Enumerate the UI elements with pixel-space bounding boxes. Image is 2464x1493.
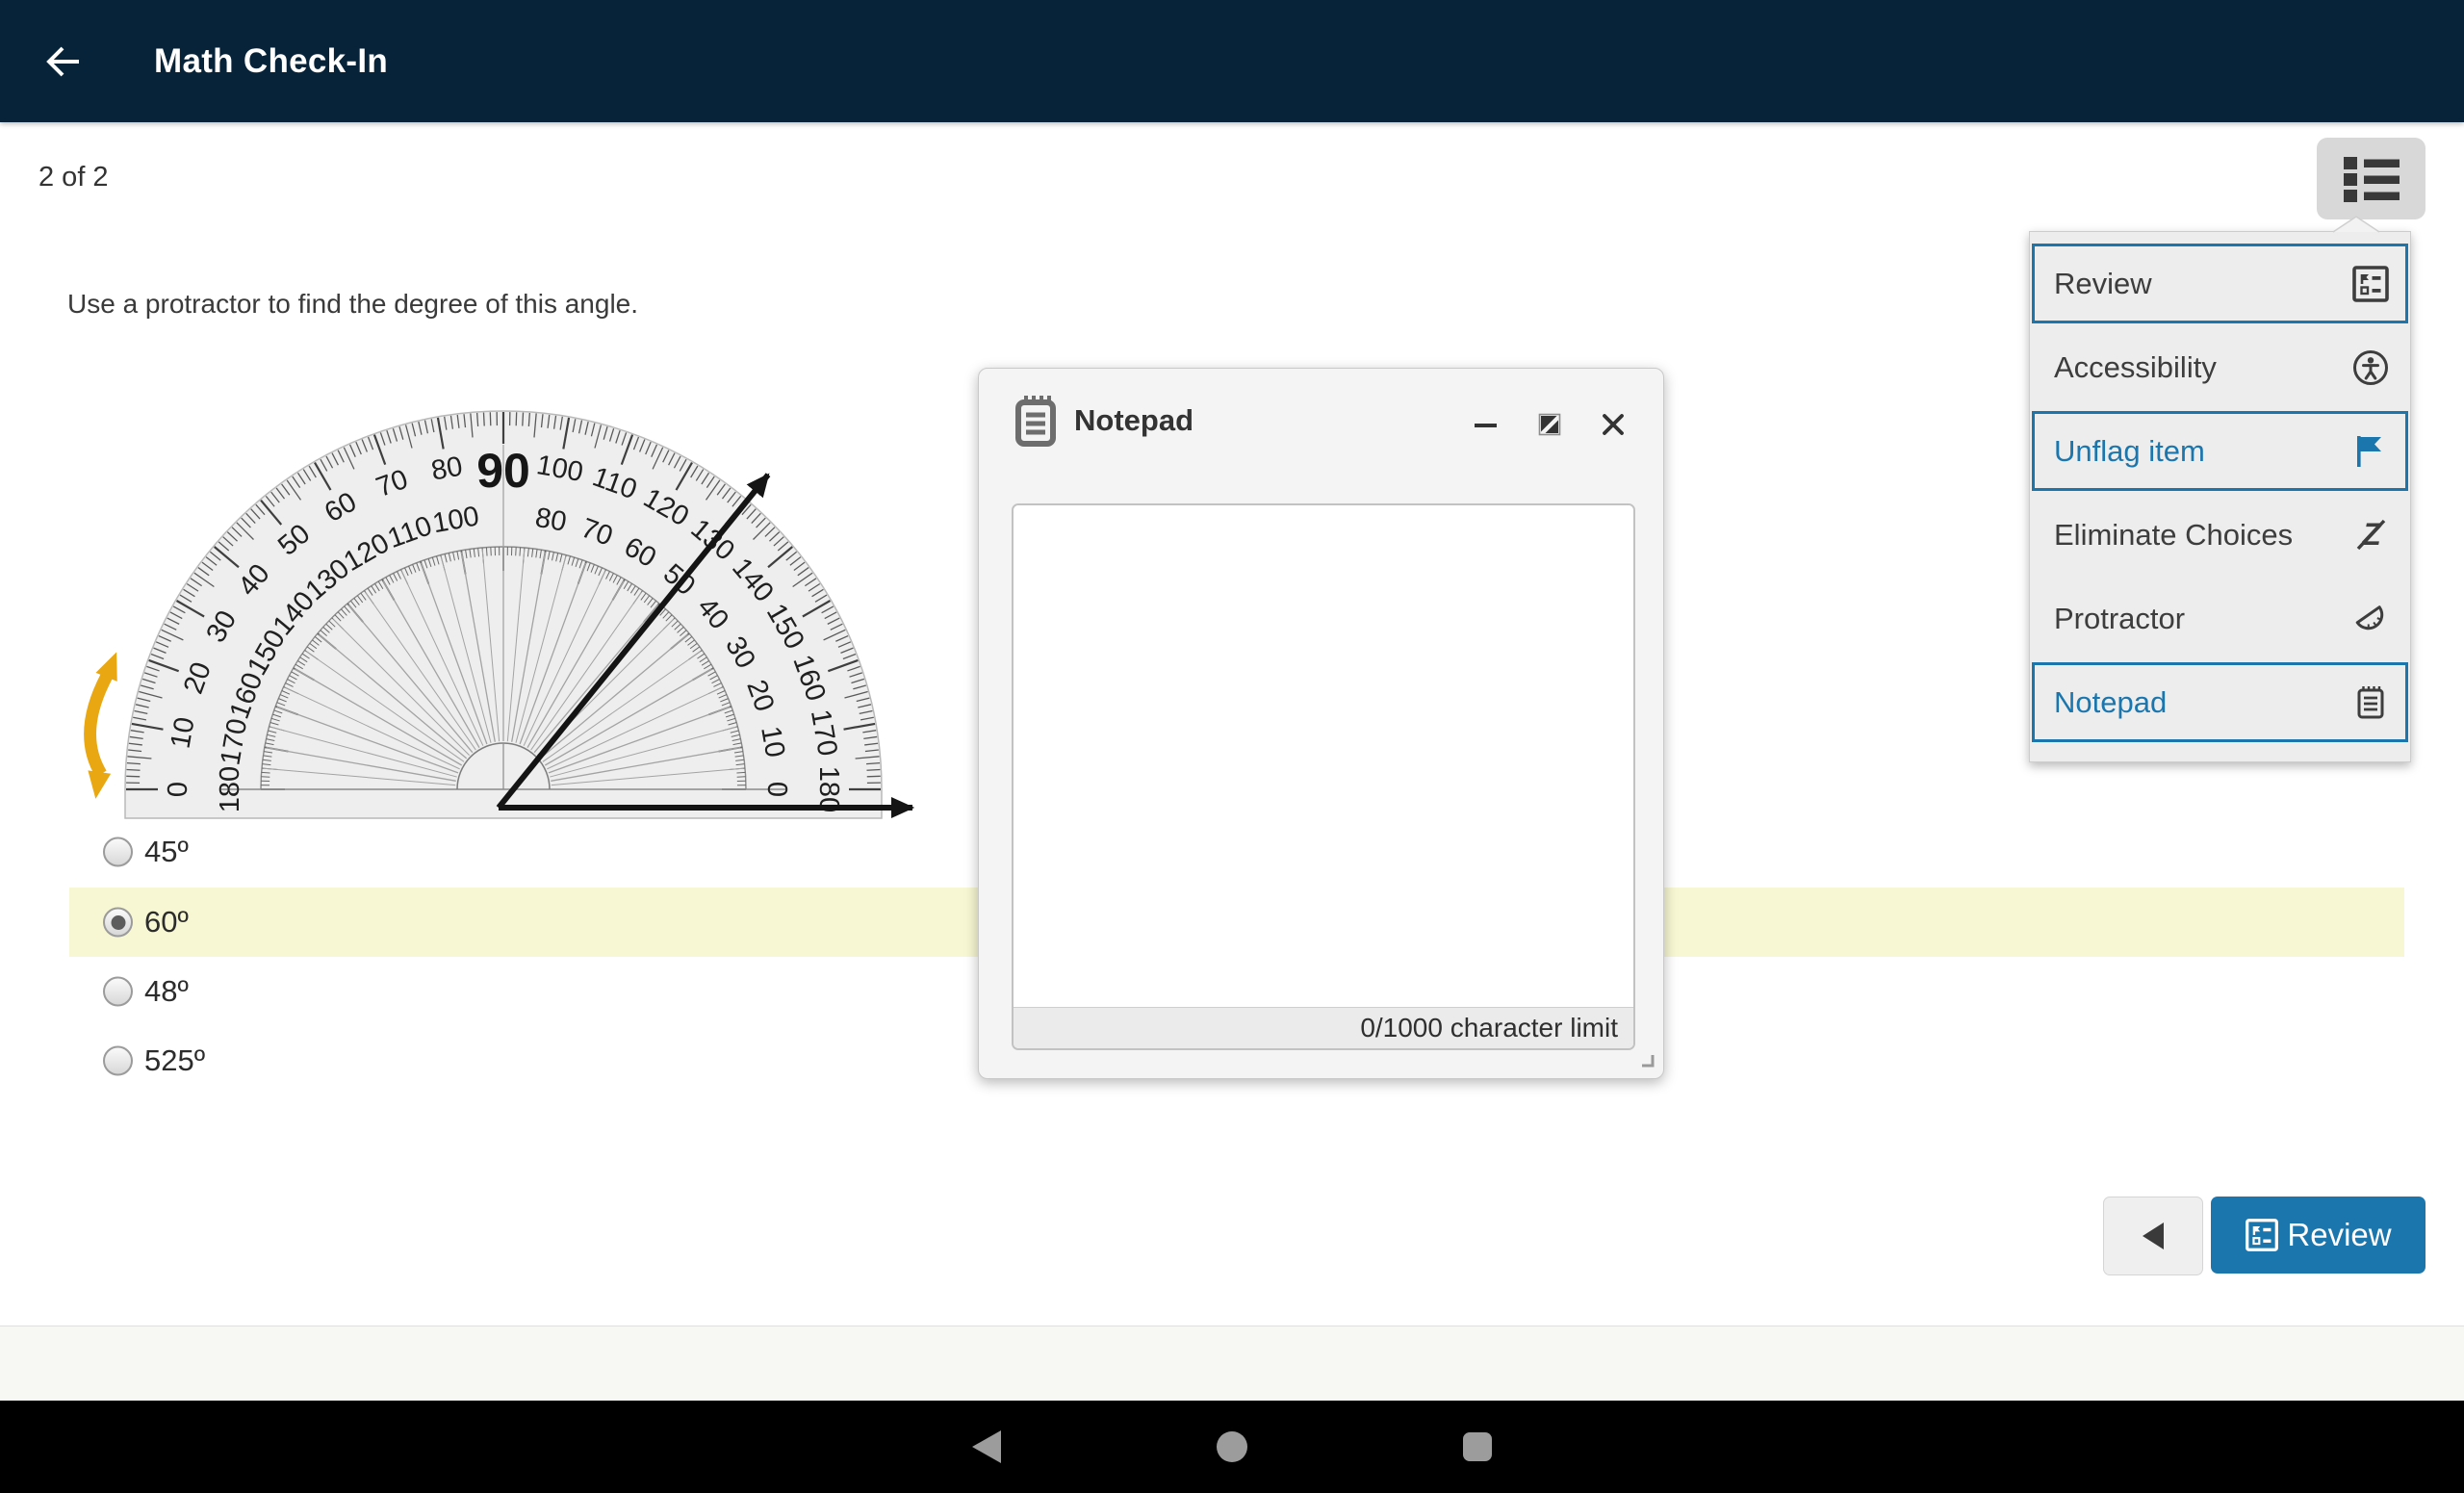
dialog-title: Notepad <box>1074 403 1194 438</box>
progress-indicator: 2 of 2 <box>38 162 109 193</box>
review-icon <box>2245 1218 2279 1252</box>
page-title: Math Check-In <box>154 42 388 81</box>
svg-text:180: 180 <box>215 766 245 812</box>
home-circle-icon[interactable] <box>1217 1431 1247 1462</box>
notepad-dialog: Notepad 0/1000 character limit <box>978 368 1664 1079</box>
svg-text:10: 10 <box>166 715 201 751</box>
svg-text:80: 80 <box>429 451 465 487</box>
back-triangle-icon[interactable] <box>972 1430 1001 1463</box>
protractor-icon <box>2351 600 2390 638</box>
menu-item-protractor[interactable]: Protractor <box>2032 579 2408 658</box>
menu-item-eliminate-choices[interactable]: Eliminate Choices Z <box>2032 495 2408 575</box>
char-counter: 0/1000 character limit <box>1360 1013 1618 1043</box>
review-button-label: Review <box>2287 1217 2391 1253</box>
close-icon <box>1600 411 1627 438</box>
menu-caret <box>2331 216 2381 233</box>
accessibility-icon <box>2351 348 2390 387</box>
back-button[interactable] <box>42 40 85 83</box>
radio-button[interactable] <box>103 908 133 938</box>
review-icon <box>2351 265 2390 303</box>
protractor-image: 0102030405060708090100110120130140150160… <box>125 411 882 818</box>
notepad-textarea[interactable] <box>1014 505 1633 1007</box>
svg-text:0: 0 <box>761 782 792 797</box>
resize-handle[interactable] <box>1635 1048 1656 1069</box>
maximize-button[interactable] <box>1532 407 1567 442</box>
svg-text:0: 0 <box>163 782 193 797</box>
menu-item-label: Protractor <box>2054 602 2351 636</box>
option-label: 60º <box>144 905 189 940</box>
review-button[interactable]: Review <box>2211 1197 2426 1274</box>
menu-item-unflag[interactable]: Unflag item <box>2032 411 2408 491</box>
eliminate-choices-icon: Z <box>2351 516 2390 554</box>
option-label: 48º <box>144 974 189 1009</box>
menu-item-label: Eliminate Choices <box>2054 518 2351 553</box>
arrow-left-icon <box>43 41 84 82</box>
list-icon <box>2340 152 2403 206</box>
notepad-icon <box>1014 394 1058 448</box>
app-bar: Math Check-In <box>0 0 2464 122</box>
char-counter-bar: 0/1000 character limit <box>1014 1007 1633 1048</box>
radio-button[interactable] <box>103 837 133 867</box>
menu-item-label: Unflag item <box>2054 434 2351 469</box>
menu-item-accessibility[interactable]: Accessibility <box>2032 327 2408 407</box>
radio-button[interactable] <box>103 977 133 1007</box>
protractor-figure: 0102030405060708090100110120130140150160… <box>58 385 943 837</box>
menu-item-review[interactable]: Review <box>2032 244 2408 323</box>
flag-icon <box>2351 432 2390 471</box>
svg-text:80: 80 <box>533 502 569 538</box>
previous-question-button[interactable] <box>2103 1197 2203 1275</box>
close-button[interactable] <box>1596 407 1630 442</box>
tools-menu-button[interactable] <box>2317 138 2426 219</box>
notepad-text-area-box: 0/1000 character limit <box>1012 503 1635 1050</box>
tools-menu: Review Accessibility <box>2029 231 2411 762</box>
android-nav-bar <box>0 1401 2464 1493</box>
svg-text:90: 90 <box>476 444 530 498</box>
triangle-left-icon <box>2141 1221 2166 1251</box>
option-label: 45º <box>144 835 189 869</box>
rotation-arrow-icon <box>84 648 127 801</box>
menu-item-label: Notepad <box>2054 685 2351 720</box>
menu-item-label: Review <box>2054 267 2351 301</box>
menu-item-label: Accessibility <box>2054 350 2351 385</box>
restore-icon <box>1536 411 1563 438</box>
minimize-icon <box>1473 411 1500 438</box>
menu-item-notepad[interactable]: Notepad <box>2032 662 2408 742</box>
recents-square-icon[interactable] <box>1463 1432 1492 1461</box>
bottom-strip <box>0 1326 2464 1401</box>
minimize-button[interactable] <box>1469 407 1503 442</box>
notepad-icon <box>2351 683 2390 722</box>
question-text: Use a protractor to find the degree of t… <box>67 289 638 320</box>
svg-text:10: 10 <box>755 724 790 759</box>
option-label: 525º <box>144 1043 205 1078</box>
screen: Math Check-In 2 of 2 Use a protractor to… <box>0 0 2464 1493</box>
radio-button[interactable] <box>103 1046 133 1076</box>
